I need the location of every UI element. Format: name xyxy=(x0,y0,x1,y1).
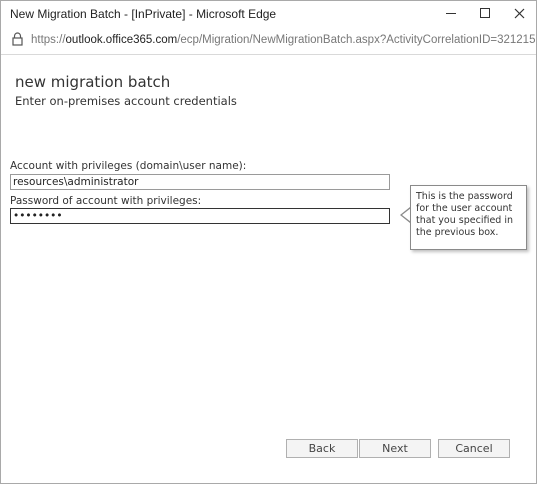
url-host: outlook.office365.com xyxy=(65,34,178,46)
maximize-icon xyxy=(480,8,490,18)
title-bar: New Migration Batch - [InPrivate] - Micr… xyxy=(1,1,536,25)
dialog-content: new migration batch Enter on-premises ac… xyxy=(1,55,536,483)
back-button[interactable]: Back xyxy=(286,439,358,458)
maximize-button[interactable] xyxy=(468,1,502,25)
url-path: /ecp/Migration/NewMigrationBatch.aspx?Ac… xyxy=(177,34,536,46)
url-scheme: https:// xyxy=(31,34,66,46)
password-input[interactable]: •••••••• xyxy=(10,208,390,224)
account-input[interactable]: resources\administrator xyxy=(10,174,390,190)
close-button[interactable] xyxy=(502,1,536,25)
cancel-button[interactable]: Cancel xyxy=(438,439,510,458)
minimize-button[interactable] xyxy=(434,1,468,25)
account-label: Account with privileges (domain\user nam… xyxy=(10,160,247,172)
password-label: Password of account with privileges: xyxy=(10,195,202,207)
window-title: New Migration Batch - [InPrivate] - Micr… xyxy=(10,7,277,21)
minimize-icon xyxy=(446,12,456,14)
password-help-tooltip: This is the password for the user accoun… xyxy=(410,185,527,250)
next-button[interactable]: Next xyxy=(359,439,431,458)
lock-icon xyxy=(12,32,23,46)
page-title: new migration batch xyxy=(15,73,171,91)
url-text[interactable]: https://outlook.office365.com/ecp/Migrat… xyxy=(31,34,536,46)
page-subtitle: Enter on-premises account credentials xyxy=(15,94,237,108)
browser-window: New Migration Batch - [InPrivate] - Micr… xyxy=(0,0,537,484)
address-bar[interactable]: https://outlook.office365.com/ecp/Migrat… xyxy=(1,26,536,55)
close-icon xyxy=(514,8,524,18)
